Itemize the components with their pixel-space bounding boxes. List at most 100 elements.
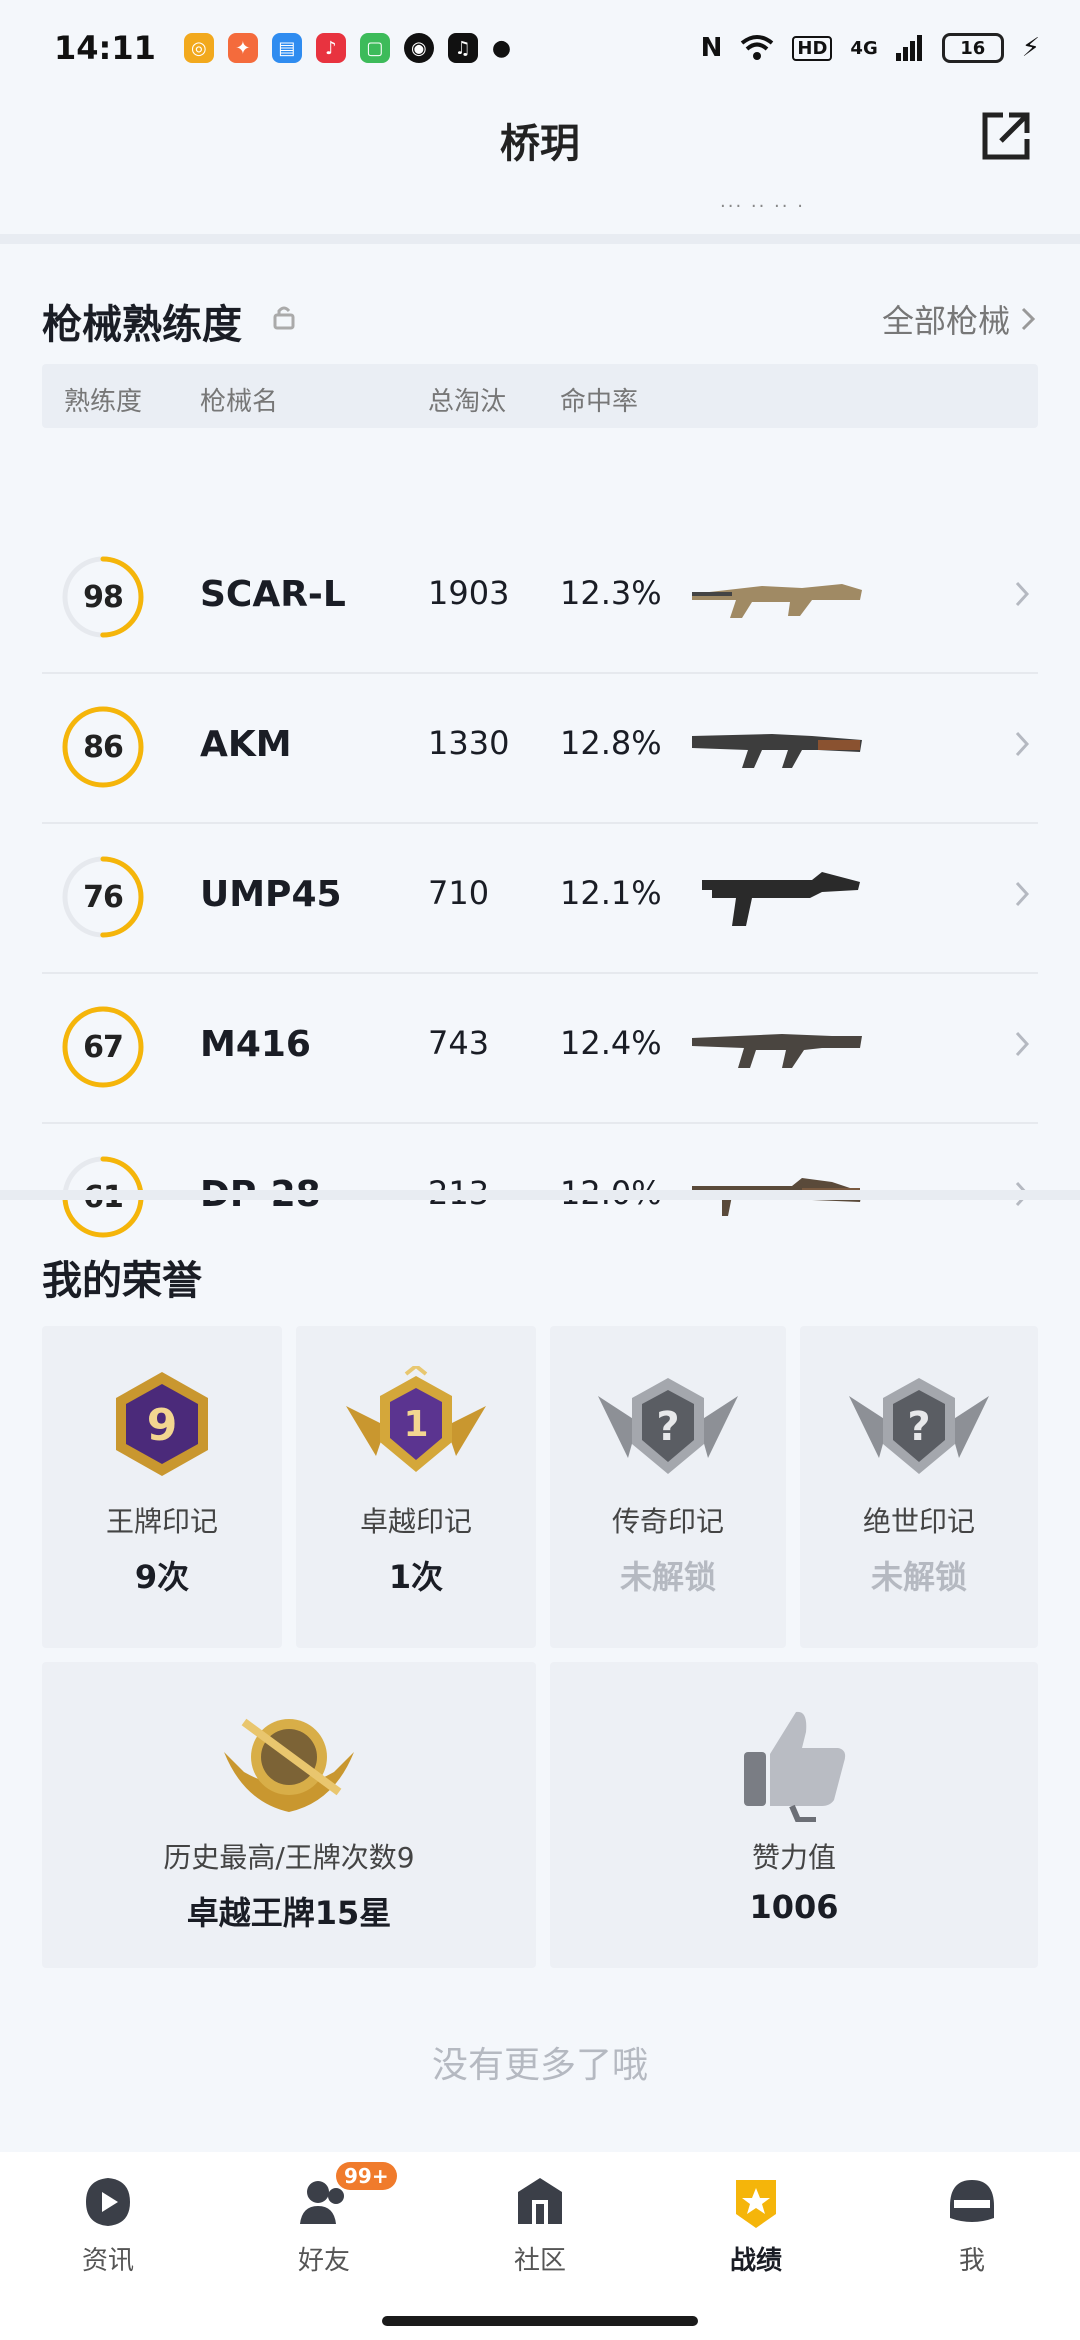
- weapon-hit-rate: 12.8%: [560, 724, 662, 762]
- wifi-icon: [741, 35, 774, 60]
- nfc-icon: N: [700, 33, 723, 63]
- nav-profile[interactable]: 我: [864, 2152, 1080, 2340]
- nav-label: 资讯: [81, 2246, 134, 2276]
- end-of-list-text: 没有更多了哦: [431, 2045, 648, 2086]
- message-notification-icon: ▢: [359, 33, 390, 63]
- honor-value: 未解锁: [870, 1558, 967, 1596]
- music-notification-icon: ♪: [315, 33, 346, 63]
- col-proficiency: 熟练度: [64, 387, 143, 417]
- honor-value: 1次: [388, 1558, 444, 1596]
- assault-rifle-tan-icon: [692, 584, 862, 618]
- nav-community[interactable]: 社区: [432, 2152, 648, 2340]
- assault-rifle-dark-icon: [692, 1034, 862, 1068]
- honor-card-peerless[interactable]: ? 绝世印记 未解锁: [800, 1326, 1038, 1648]
- honor-label: 传奇印记: [611, 1505, 724, 1538]
- status-time: 14:11: [54, 29, 156, 67]
- wechat-notification-icon: ◉: [403, 33, 434, 63]
- weapon-hit-rate: 12.1%: [560, 874, 662, 912]
- ace-badge-number: 9: [147, 1400, 178, 1451]
- chevron-right-icon: [1015, 581, 1030, 607]
- honor-card-excellent[interactable]: 1 卓越印记 1次: [296, 1326, 536, 1648]
- honor-card-ace[interactable]: 9 王牌印记 9次: [42, 1326, 282, 1648]
- weapon-row[interactable]: 76 UMP45 710 12.1%: [42, 824, 1038, 974]
- honor-value: 9次: [134, 1558, 190, 1596]
- weapon-hit-rate: 12.4%: [560, 1024, 662, 1062]
- hd-icon: HD: [792, 35, 833, 61]
- highest-rank-label: 历史最高/王牌次数9: [163, 1841, 415, 1874]
- signal-icon: [895, 35, 922, 61]
- news-icon: [86, 2178, 130, 2226]
- truncated-content: ··· ·· ·· ·: [720, 196, 805, 217]
- likes-value: 1006: [749, 1888, 839, 1926]
- honor-label: 卓越印记: [359, 1505, 472, 1538]
- nav-label: 好友: [297, 2246, 350, 2276]
- chevron-right-icon: [1015, 881, 1030, 907]
- app-notification-icon: ◎: [183, 33, 214, 63]
- highest-rank-emblem-icon: [224, 1718, 354, 1812]
- status-bar: 14:11 ◎ ✦ ▤ ♪ ▢ ◉ ♫ ● N HD 4G 16 ⚡: [0, 0, 1080, 96]
- weapon-table-header: 熟练度 枪械名 总淘汰 命中率: [42, 364, 1038, 428]
- share-icon: [982, 112, 1030, 160]
- excellent-mark-badge-icon: 1: [346, 1366, 486, 1472]
- weapon-hit-rate: 12.3%: [560, 574, 662, 612]
- profile-icon: [950, 2180, 994, 2222]
- weapon-kills: 710: [428, 874, 490, 912]
- weapon-section-title: 枪械熟练度: [42, 302, 242, 348]
- weapon-kills: 1903: [428, 574, 510, 612]
- nav-friends[interactable]: 99+ 好友: [216, 2152, 432, 2340]
- game-notification-icon: ✦: [227, 33, 258, 63]
- weapon-row[interactable]: 86 AKM 1330 12.8%: [42, 674, 1038, 824]
- chevron-right-icon: [1021, 307, 1036, 331]
- friends-count-badge: 99+: [336, 2162, 397, 2190]
- notification-icons: ◎ ✦ ▤ ♪ ▢ ◉ ♫ ●: [183, 33, 512, 63]
- proficiency-value: 67: [83, 1029, 124, 1065]
- page-header: 桥玥: [0, 96, 1080, 184]
- honor-label: 绝世印记: [862, 1505, 975, 1538]
- thumbs-up-icon: [744, 1711, 846, 1822]
- nav-record[interactable]: 战绩: [648, 2152, 864, 2340]
- col-hit-rate: 命中率: [560, 387, 639, 417]
- all-weapons-link[interactable]: 全部枪械: [882, 296, 1036, 342]
- assault-rifle-wood-icon: [692, 734, 862, 768]
- honor-value: 未解锁: [619, 1558, 716, 1596]
- legendary-badge-text: ?: [656, 1404, 679, 1450]
- page-title: 桥玥: [500, 121, 580, 167]
- nav-news[interactable]: 资讯: [0, 2152, 216, 2340]
- weapon-name: UMP45: [200, 874, 342, 915]
- honor-card-legendary[interactable]: ? 传奇印记 未解锁: [550, 1326, 786, 1648]
- col-weapon-name: 枪械名: [200, 387, 279, 417]
- likes-card[interactable]: 赞力值 1006: [550, 1662, 1038, 1968]
- weapon-kills: 1330: [428, 724, 510, 762]
- tiktok-notification-icon: ♫: [447, 33, 478, 63]
- more-notifications-icon: ●: [491, 35, 512, 61]
- smg-black-icon: [702, 872, 860, 926]
- calendar-notification-icon: ▤: [271, 33, 302, 63]
- legendary-mark-badge-icon: ?: [598, 1378, 738, 1474]
- battery-level: 16: [960, 37, 986, 59]
- weapon-row[interactable]: 98 SCAR-L 1903 12.3%: [42, 524, 1038, 674]
- proficiency-value: 98: [83, 579, 124, 615]
- nav-label: 社区: [513, 2246, 566, 2276]
- weapon-row[interactable]: 67 M416 743 12.4%: [42, 974, 1038, 1124]
- section-divider: [0, 234, 1080, 244]
- weapon-name: M416: [200, 1024, 311, 1065]
- charging-icon: ⚡: [1021, 33, 1040, 63]
- weapon-name: SCAR-L: [200, 574, 346, 615]
- highest-rank-card[interactable]: 历史最高/王牌次数9 卓越王牌15星: [42, 1662, 536, 1968]
- share-button[interactable]: [976, 106, 1036, 166]
- highest-rank-value: 卓越王牌15星: [186, 1894, 392, 1932]
- network-label: 4G: [850, 37, 878, 59]
- likes-label: 赞力值: [751, 1841, 836, 1874]
- weapon-name: AKM: [200, 724, 292, 765]
- home-indicator: [382, 2316, 698, 2326]
- all-weapons-label: 全部枪械: [881, 302, 1010, 340]
- lock-icon[interactable]: [272, 304, 296, 330]
- weapon-kills: 743: [428, 1024, 490, 1062]
- honor-label: 王牌印记: [105, 1505, 218, 1538]
- nav-label: 我: [958, 2246, 985, 2276]
- ace-mark-badge-icon: 9: [116, 1372, 208, 1476]
- excellent-badge-number: 1: [403, 1404, 428, 1445]
- proficiency-value: 76: [83, 879, 124, 915]
- bottom-navigation: 资讯 99+ 好友 社区 战绩 我: [0, 2152, 1080, 2340]
- honors-section-title: 我的荣誉: [42, 1258, 202, 1304]
